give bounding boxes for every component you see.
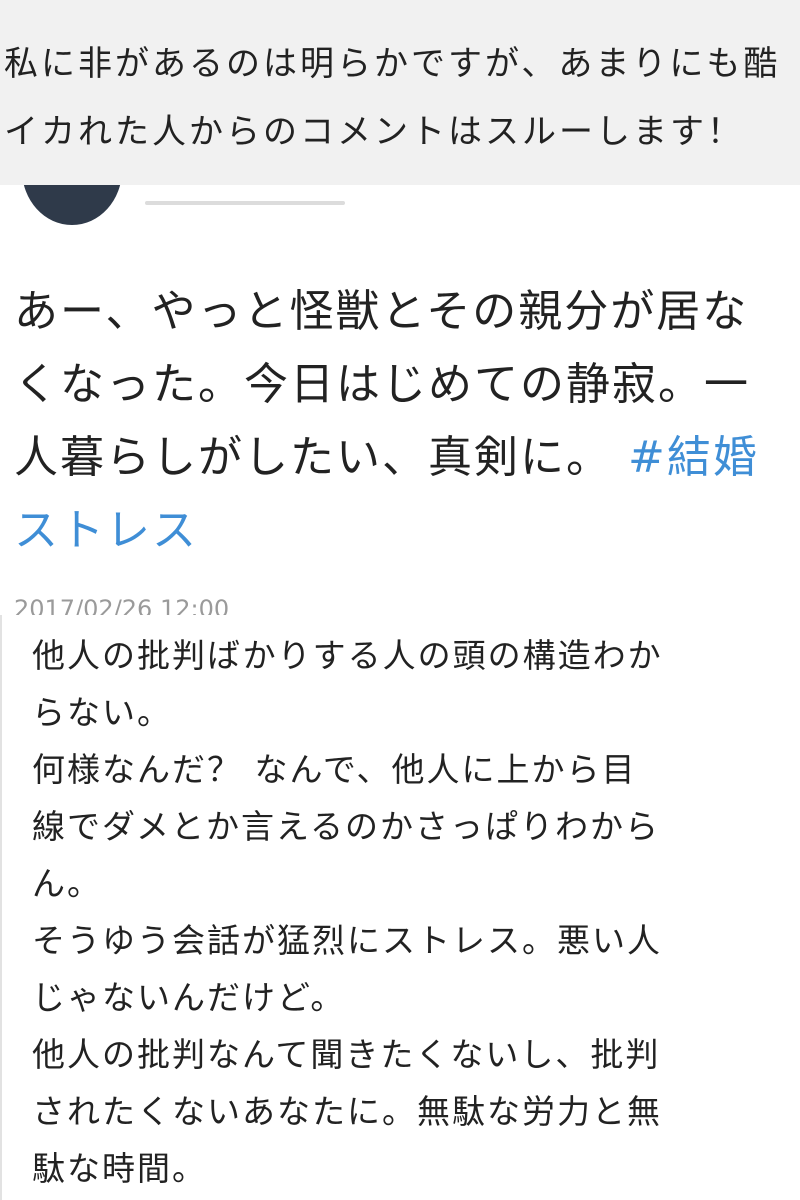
- reply-panel: 他人の批判ばかりする人の頭の構造わか らない。 何様なんだ？ なんで、他人に上か…: [0, 615, 800, 1200]
- post-card: あー、やっと怪獣とその親分が居なくなった。今日はじめての静寂。一人暮らしがしたい…: [0, 185, 800, 615]
- banner-text-line-1: 私に非があるのは明らかですが、あまりにも酷: [4, 44, 781, 84]
- username-fragment: [145, 201, 345, 205]
- reply-line: 他人の批判なんて聞きたくないし、批判: [32, 1035, 661, 1074]
- avatar[interactable]: [22, 185, 122, 225]
- reply-line: 線でダメとか言えるのかさっぱりわから: [32, 807, 661, 846]
- reply-line: ん。: [32, 864, 102, 903]
- reply-line: されたくないあなたに。無駄な労力と無: [32, 1092, 662, 1131]
- post-timestamp: 2017/02/26 12:00: [14, 595, 230, 615]
- reply-line: そうゆう会話が猛烈にストレス。悪い人: [32, 921, 662, 960]
- banner-text-line-2: イカれた人からのコメントはスルーします！: [4, 112, 744, 152]
- post-body: あー、やっと怪獣とその親分が居なくなった。今日はじめての静寂。一人暮らしがしたい…: [14, 275, 786, 567]
- reply-line: じゃないんだけど。: [32, 978, 346, 1017]
- reply-body: 他人の批判ばかりする人の頭の構造わか らない。 何様なんだ？ なんで、他人に上か…: [32, 627, 772, 1197]
- reply-line: 駄な時間。: [32, 1149, 207, 1188]
- top-banner: 私に非があるのは明らかですが、あまりにも酷 イカれた人からのコメントはスルーしま…: [0, 0, 800, 185]
- reply-line: 何様なんだ？ なんで、他人に上から目: [32, 750, 637, 789]
- reply-line: らない。: [32, 693, 172, 732]
- reply-line: 他人の批判ばかりする人の頭の構造わか: [32, 636, 663, 675]
